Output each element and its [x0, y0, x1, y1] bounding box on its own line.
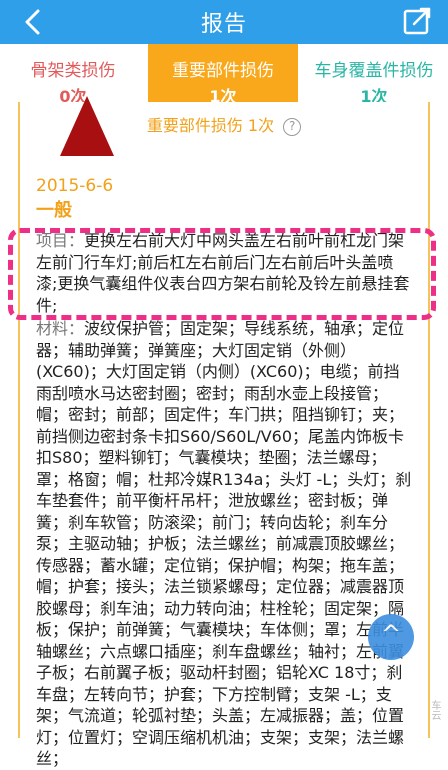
record-severity: 一般 — [36, 196, 72, 222]
scroll-top-button[interactable]: ^ — [368, 614, 414, 660]
help-circle-icon[interactable]: ? — [283, 118, 301, 136]
tab-body-panel-damage[interactable]: 车身覆盖件损伤 1次 — [300, 44, 448, 102]
materials-label: 材料： — [36, 319, 84, 338]
record-date: 2015-6-6 — [36, 176, 113, 196]
watermark: 车云 — [427, 700, 442, 720]
share-icon[interactable] — [402, 6, 432, 36]
materials-value: 波纹保护管；固定架；导线系统，轴承；定位器；辅助弹簧；弹簧座；大灯固定销（外侧）… — [36, 319, 411, 768]
red-arrow-annotation — [60, 96, 114, 156]
dashed-highlight-annotation — [8, 228, 436, 320]
materials-text: 材料：波纹保护管；固定架；导线系统，轴承；定位器；辅助弹簧；弹簧座；大灯固定销（… — [36, 318, 412, 770]
chevron-up-icon: ^ — [368, 620, 414, 648]
header-bar: 报告 — [0, 0, 448, 44]
tab-key-parts-damage[interactable]: 重要部件损伤 1次 — [148, 44, 298, 102]
tab-label: 骨架类损伤 — [0, 56, 146, 81]
tab-frame-damage[interactable]: 骨架类损伤 0次 — [0, 44, 146, 102]
damage-tabs: 骨架类损伤 0次 重要部件损伤 1次 车身覆盖件损伤 1次 — [0, 44, 448, 102]
section-title: 重要部件损伤 1次 — [147, 116, 274, 135]
tab-label: 重要部件损伤 — [148, 56, 298, 81]
tab-label: 车身覆盖件损伤 — [300, 56, 448, 81]
page-title: 报告 — [0, 6, 448, 38]
